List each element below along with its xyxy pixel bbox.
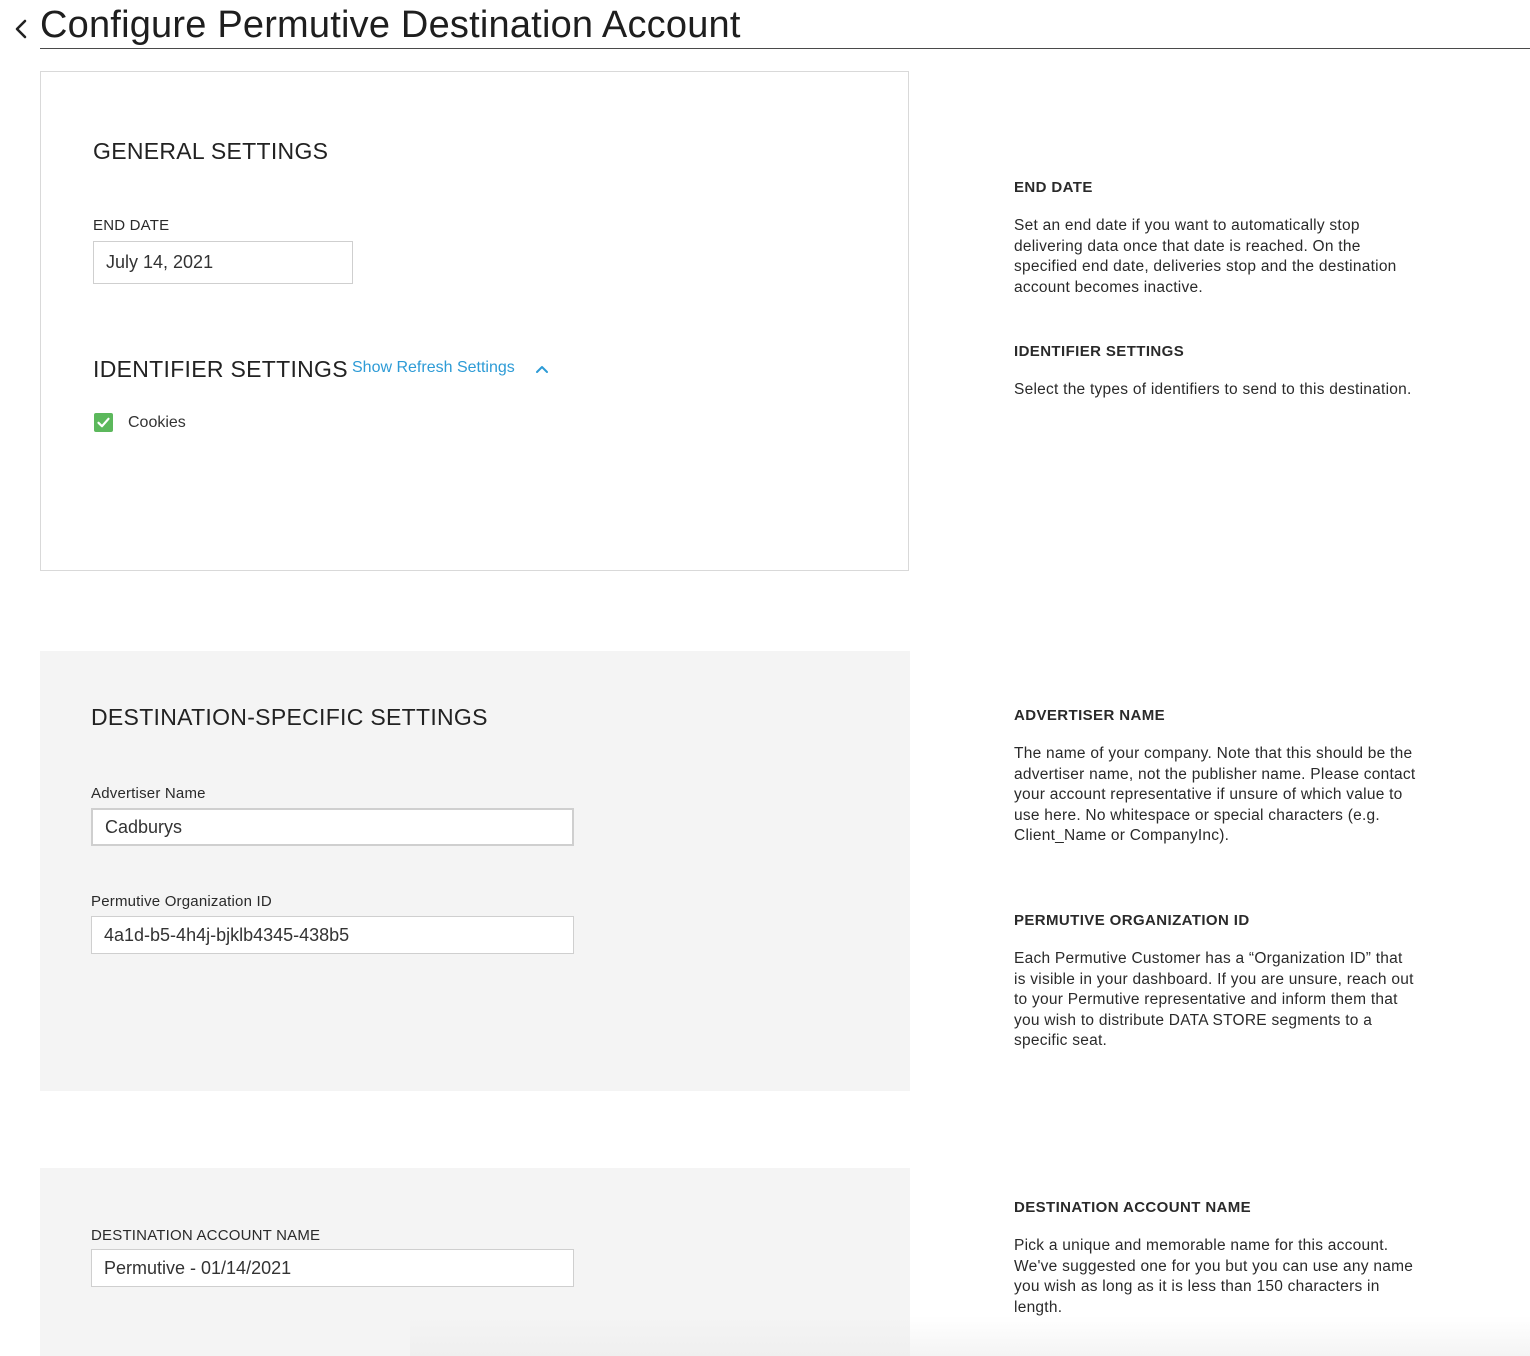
help-account-name-text: Pick a unique and memorable name for thi… <box>1014 1237 1414 1316</box>
show-refresh-settings-link[interactable]: Show Refresh Settings <box>352 359 515 377</box>
chevron-up-icon[interactable] <box>534 362 550 374</box>
account-name-input[interactable] <box>91 1249 574 1287</box>
help-advertiser-text: The name of your company. Note that this… <box>1014 745 1416 844</box>
help-organization-title: PERMUTIVE ORGANIZATION ID <box>1014 912 1250 929</box>
help-end-date-title: END DATE <box>1014 179 1093 196</box>
check-icon <box>97 417 110 428</box>
page-title: Configure Permutive Destination Account <box>40 4 741 46</box>
help-end-date-text: Set an end date if you want to automatic… <box>1014 217 1397 296</box>
help-account-name-title: DESTINATION ACCOUNT NAME <box>1014 1199 1252 1216</box>
destination-settings-title: DESTINATION-SPECIFIC SETTINGS <box>91 704 488 730</box>
help-advertiser-title: ADVERTISER NAME <box>1014 707 1166 724</box>
end-date-label: END DATE <box>93 217 170 234</box>
header-divider <box>40 48 1530 49</box>
account-name-label: DESTINATION ACCOUNT NAME <box>91 1227 321 1244</box>
advertiser-name-input[interactable] <box>91 808 574 846</box>
identifier-settings-title: IDENTIFIER SETTINGS <box>93 356 348 382</box>
organization-id-label: Permutive Organization ID <box>91 893 272 910</box>
back-chevron-icon[interactable] <box>10 10 32 46</box>
cookies-label: Cookies <box>128 414 186 431</box>
cookies-checkbox[interactable] <box>94 413 113 432</box>
help-organization-text: Each Permutive Customer has a “Organizat… <box>1014 950 1414 1049</box>
help-identifier-text: Select the types of identifiers to send … <box>1014 381 1412 398</box>
general-settings-title: GENERAL SETTINGS <box>93 138 329 164</box>
organization-id-input[interactable] <box>91 916 574 954</box>
advertiser-name-label: Advertiser Name <box>91 785 206 802</box>
help-identifier-title: IDENTIFIER SETTINGS <box>1014 343 1185 360</box>
end-date-input[interactable] <box>93 241 353 284</box>
